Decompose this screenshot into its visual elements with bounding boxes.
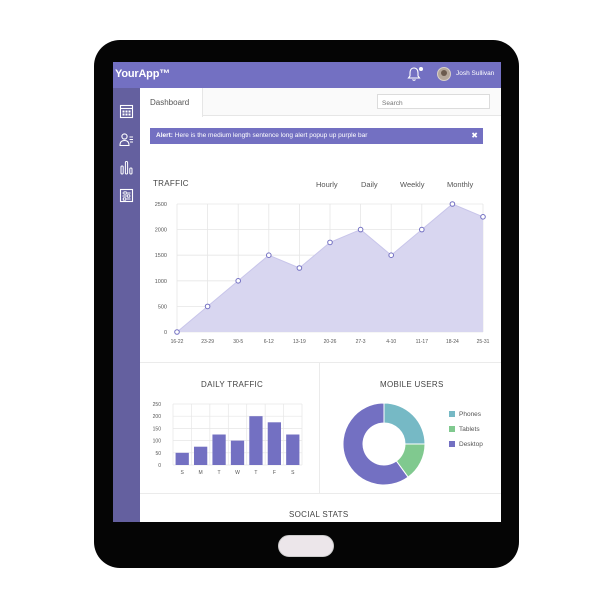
x-tick-label: 27-3 xyxy=(356,339,366,345)
x-tick-label: 20-26 xyxy=(324,339,337,345)
bar xyxy=(249,416,263,465)
alert-message: Here is the medium length sentence long … xyxy=(174,132,368,139)
legend-phones: Phones xyxy=(449,411,481,418)
data-point xyxy=(235,278,241,284)
x-tick-label: T xyxy=(254,470,257,476)
alert-bar: Alert: Here is the medium length sentenc… xyxy=(150,128,483,144)
top-bar: YourApp™ Josh Sullivan xyxy=(113,62,501,88)
tab-monthly[interactable]: Monthly xyxy=(447,180,473,189)
data-point xyxy=(449,201,456,207)
x-tick-label: 6-12 xyxy=(264,339,274,345)
users-icon[interactable] xyxy=(119,132,134,147)
calendar-icon[interactable] xyxy=(119,104,134,119)
x-tick-label: 25-31 xyxy=(477,339,490,345)
y-tick-label: 1500 xyxy=(155,253,167,259)
daily-traffic-title: DAILY TRAFFIC xyxy=(201,380,264,389)
mobile-users-title: MOBILE USERS xyxy=(380,380,444,389)
data-point xyxy=(388,252,394,259)
notification-dot xyxy=(419,67,423,71)
x-tick-label: S xyxy=(291,470,295,476)
y-tick-label: 50 xyxy=(155,451,161,457)
home-button[interactable] xyxy=(278,535,334,557)
chart-icon[interactable] xyxy=(119,160,134,175)
data-point xyxy=(480,214,486,220)
x-tick-label: F xyxy=(273,470,276,476)
x-tick-label: M xyxy=(199,470,203,476)
donut-slice xyxy=(383,402,426,445)
divider xyxy=(140,493,501,494)
bar xyxy=(230,440,245,465)
tab-dashboard[interactable]: Dashboard xyxy=(140,88,203,117)
y-tick-label: 2000 xyxy=(155,228,167,234)
data-point xyxy=(266,252,272,259)
legend-swatch xyxy=(449,411,455,417)
divider xyxy=(140,362,501,363)
y-tick-label: 0 xyxy=(164,330,167,336)
x-tick-label: 23-29 xyxy=(201,339,214,345)
traffic-title: TRAFFIC xyxy=(153,179,189,188)
traffic-chart: 0 500 1000 1500 2000 2500 16-22 23-29 30-5 6-12 13… xyxy=(155,201,490,345)
tab-daily[interactable]: Daily xyxy=(361,180,378,189)
bar xyxy=(286,434,300,465)
settings-icon[interactable] xyxy=(119,188,134,203)
legend-swatch xyxy=(449,426,455,432)
app-logo[interactable]: YourApp™ xyxy=(115,68,170,80)
user-name[interactable]: Josh Sullivan xyxy=(456,70,494,77)
divider xyxy=(319,362,320,493)
y-tick-label: 200 xyxy=(153,414,162,420)
bar xyxy=(175,452,189,465)
bar xyxy=(194,446,208,465)
x-tick-label: W xyxy=(235,470,240,476)
legend-swatch xyxy=(449,441,455,447)
x-tick-label: 11-17 xyxy=(416,339,429,345)
x-tick-label: 18-24 xyxy=(446,339,459,345)
legend-label: Tablets xyxy=(459,426,480,433)
y-tick-label: 500 xyxy=(158,304,167,310)
y-tick-label: 2500 xyxy=(155,202,167,208)
legend-desktop: Desktop xyxy=(449,441,483,448)
y-tick-label: 1000 xyxy=(155,279,167,285)
data-point xyxy=(296,265,303,271)
x-tick-label: 30-5 xyxy=(233,339,243,345)
data-point xyxy=(174,329,180,335)
bar xyxy=(267,422,281,465)
data-point xyxy=(419,226,425,233)
data-point xyxy=(327,239,333,246)
mobile-users-chart xyxy=(342,402,426,486)
legend-tablets: Tablets xyxy=(449,426,480,433)
y-tick-label: 0 xyxy=(158,463,161,469)
social-stats-title: SOCIAL STATS xyxy=(289,510,349,519)
x-tick-label: T xyxy=(218,470,221,476)
search-input[interactable] xyxy=(377,94,490,109)
app-screen: YourApp™ Josh Sullivan Dashboard Search … xyxy=(113,62,501,522)
y-tick-label: 150 xyxy=(153,426,162,432)
data-point xyxy=(357,226,364,233)
x-tick-label: 16-22 xyxy=(171,339,184,345)
daily-traffic-chart: 0 50 100 150 200 250 S M T W T F S xyxy=(153,402,303,476)
alert-label: Alert: xyxy=(156,132,173,139)
x-tick-label: 4-10 xyxy=(386,339,396,345)
close-icon[interactable]: ✖ xyxy=(471,131,478,140)
avatar[interactable] xyxy=(437,67,451,81)
sidebar xyxy=(113,88,140,522)
legend-label: Phones xyxy=(459,411,482,418)
x-tick-label: S xyxy=(181,470,185,476)
tab-bar: Dashboard xyxy=(140,88,501,117)
x-tick-label: 13-19 xyxy=(293,339,306,345)
y-tick-label: 100 xyxy=(153,439,162,445)
tab-hourly[interactable]: Hourly xyxy=(316,180,338,189)
legend-label: Desktop xyxy=(459,441,483,448)
y-tick-label: 250 xyxy=(153,402,162,408)
tab-weekly[interactable]: Weekly xyxy=(400,180,424,189)
bar xyxy=(212,434,226,465)
data-point xyxy=(204,303,211,310)
